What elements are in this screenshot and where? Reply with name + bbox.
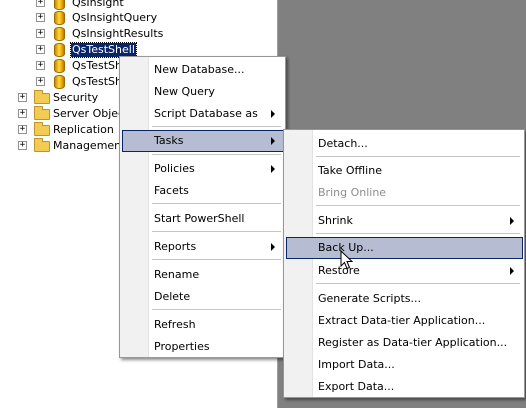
submenu-arrow-icon — [271, 165, 275, 173]
submenu-arrow-icon — [510, 267, 514, 275]
database-icon — [54, 0, 65, 10]
menu-item-label: Take Offline — [318, 164, 382, 177]
menu-item-label: Import Data... — [318, 358, 395, 371]
menu-item-restore[interactable]: Restore — [286, 260, 522, 282]
menu-item-label: Reports — [154, 240, 197, 253]
menu-item-label: Detach... — [318, 137, 368, 150]
menu-item-import-data[interactable]: Import Data... — [286, 354, 522, 376]
database-icon — [54, 59, 65, 73]
menu-item-new-query[interactable]: New Query — [122, 81, 283, 103]
menu-item-facets[interactable]: Facets — [122, 180, 283, 202]
tree-node-label[interactable]: QsInsight — [72, 0, 124, 10]
tree-node-label[interactable]: Security — [53, 91, 98, 105]
database-context-menu: New Database... New Query Script Databas… — [119, 56, 286, 358]
menu-item-label: Delete — [154, 290, 191, 303]
expand-icon[interactable]: + — [18, 93, 27, 102]
expand-icon[interactable]: + — [36, 13, 45, 22]
tree-node-label[interactable]: Replication — [53, 123, 114, 137]
folder-icon — [34, 106, 50, 120]
menu-separator — [152, 309, 281, 310]
menu-item-script-database-as[interactable]: Script Database as — [122, 103, 283, 125]
menu-item-new-database[interactable]: New Database... — [122, 59, 283, 81]
submenu-arrow-icon — [271, 137, 275, 145]
menu-item-tasks[interactable]: Tasks — [122, 130, 284, 152]
expand-icon[interactable]: + — [36, 61, 45, 70]
menu-item-properties[interactable]: Properties — [122, 336, 283, 358]
menu-item-start-powershell[interactable]: Start PowerShell — [122, 208, 283, 230]
menu-item-label: Register as Data-tier Application... — [318, 336, 508, 349]
folder-icon — [34, 122, 50, 136]
tree-node-label[interactable]: Management — [53, 139, 125, 153]
database-icon — [54, 11, 65, 25]
menu-item-bring-online: Bring Online — [286, 182, 522, 204]
menu-item-register-as-data-tier-application[interactable]: Register as Data-tier Application... — [286, 332, 522, 354]
folder-icon — [34, 90, 50, 104]
menu-item-label: Extract Data-tier Application... — [318, 314, 486, 327]
tasks-submenu: Detach... Take Offline Bring Online Shri… — [283, 129, 525, 398]
expand-icon[interactable]: + — [18, 125, 27, 134]
menu-separator — [316, 156, 520, 157]
menu-item-extract-data-tier-application[interactable]: Extract Data-tier Application... — [286, 310, 522, 332]
submenu-arrow-icon — [271, 243, 275, 251]
mouse-cursor-icon — [340, 250, 354, 270]
menu-separator — [152, 203, 281, 204]
menu-item-label: Bring Online — [318, 186, 387, 199]
tree-node-label[interactable]: QsTestShell — [70, 42, 137, 58]
expand-icon[interactable]: + — [36, 0, 45, 7]
menu-item-label: New Query — [154, 85, 215, 98]
menu-item-label: Start PowerShell — [154, 212, 245, 225]
menu-item-label: Refresh — [154, 318, 196, 331]
submenu-arrow-icon — [510, 217, 514, 225]
menu-item-refresh[interactable]: Refresh — [122, 314, 283, 336]
menu-item-policies[interactable]: Policies — [122, 158, 283, 180]
tree-node-label[interactable]: QsInsightQuery — [72, 11, 157, 25]
menu-item-detach[interactable]: Detach... — [286, 133, 522, 155]
tree-node-label[interactable]: QsTestSh — [72, 75, 122, 89]
menu-item-back-up[interactable]: Back Up... — [286, 237, 523, 259]
database-icon — [54, 27, 65, 41]
menu-item-shrink[interactable]: Shrink — [286, 210, 522, 232]
menu-item-take-offline[interactable]: Take Offline — [286, 160, 522, 182]
expand-icon[interactable]: + — [18, 141, 27, 150]
expand-icon[interactable]: + — [18, 109, 27, 118]
menu-item-label: Tasks — [154, 134, 184, 147]
menu-item-rename[interactable]: Rename — [122, 264, 283, 286]
menu-item-label: Generate Scripts... — [318, 292, 421, 305]
submenu-arrow-icon — [271, 110, 275, 118]
expand-icon[interactable]: + — [36, 45, 45, 54]
menu-item-reports[interactable]: Reports — [122, 236, 283, 258]
database-icon — [54, 43, 65, 57]
tree-node-label[interactable]: QsInsightResults — [72, 27, 163, 41]
menu-separator — [316, 283, 520, 284]
menu-separator — [316, 233, 520, 234]
tree-node-label[interactable]: QsTestSh — [72, 59, 122, 73]
menu-separator — [152, 259, 281, 260]
database-icon — [54, 75, 65, 89]
expand-icon[interactable]: + — [36, 29, 45, 38]
menu-item-generate-scripts[interactable]: Generate Scripts... — [286, 288, 522, 310]
menu-item-label: Shrink — [318, 214, 353, 227]
menu-item-delete[interactable]: Delete — [122, 286, 283, 308]
menu-separator — [152, 126, 281, 127]
menu-item-label: Facets — [154, 184, 189, 197]
menu-item-label: Export Data... — [318, 380, 395, 393]
menu-item-export-data[interactable]: Export Data... — [286, 376, 522, 398]
menu-separator — [152, 154, 281, 155]
folder-icon — [34, 138, 50, 152]
menu-separator — [316, 205, 520, 206]
menu-item-label: Policies — [154, 162, 195, 175]
menu-item-label: Properties — [154, 340, 210, 353]
menu-item-label: Rename — [154, 268, 200, 281]
menu-item-label: Script Database as — [154, 107, 258, 120]
expand-icon[interactable]: + — [36, 77, 45, 86]
menu-item-label: New Database... — [154, 63, 245, 76]
menu-separator — [152, 231, 281, 232]
